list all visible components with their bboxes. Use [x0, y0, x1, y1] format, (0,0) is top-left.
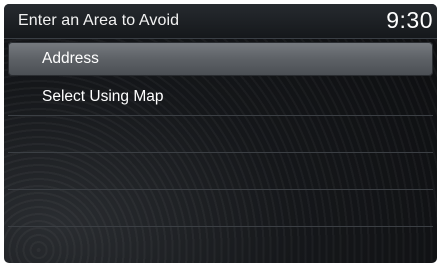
menu-list: Address Select Using Map — [8, 42, 433, 263]
menu-item-empty — [8, 190, 433, 227]
menu-item-label: Select Using Map — [42, 88, 164, 105]
menu-item-label: Address — [42, 50, 99, 67]
clock: 9:30 — [386, 7, 433, 33]
menu-item-empty — [8, 227, 433, 263]
title-bar: Enter an Area to Avoid 9:30 — [4, 4, 437, 39]
menu-item-address[interactable]: Address — [8, 42, 433, 76]
menu-item-empty — [8, 153, 433, 190]
screen-title: Enter an Area to Avoid — [18, 12, 180, 29]
menu-item-select-using-map[interactable]: Select Using Map — [8, 79, 433, 116]
menu-item-empty — [8, 116, 433, 153]
nav-screen: Enter an Area to Avoid 9:30 Address Sele… — [4, 4, 437, 263]
